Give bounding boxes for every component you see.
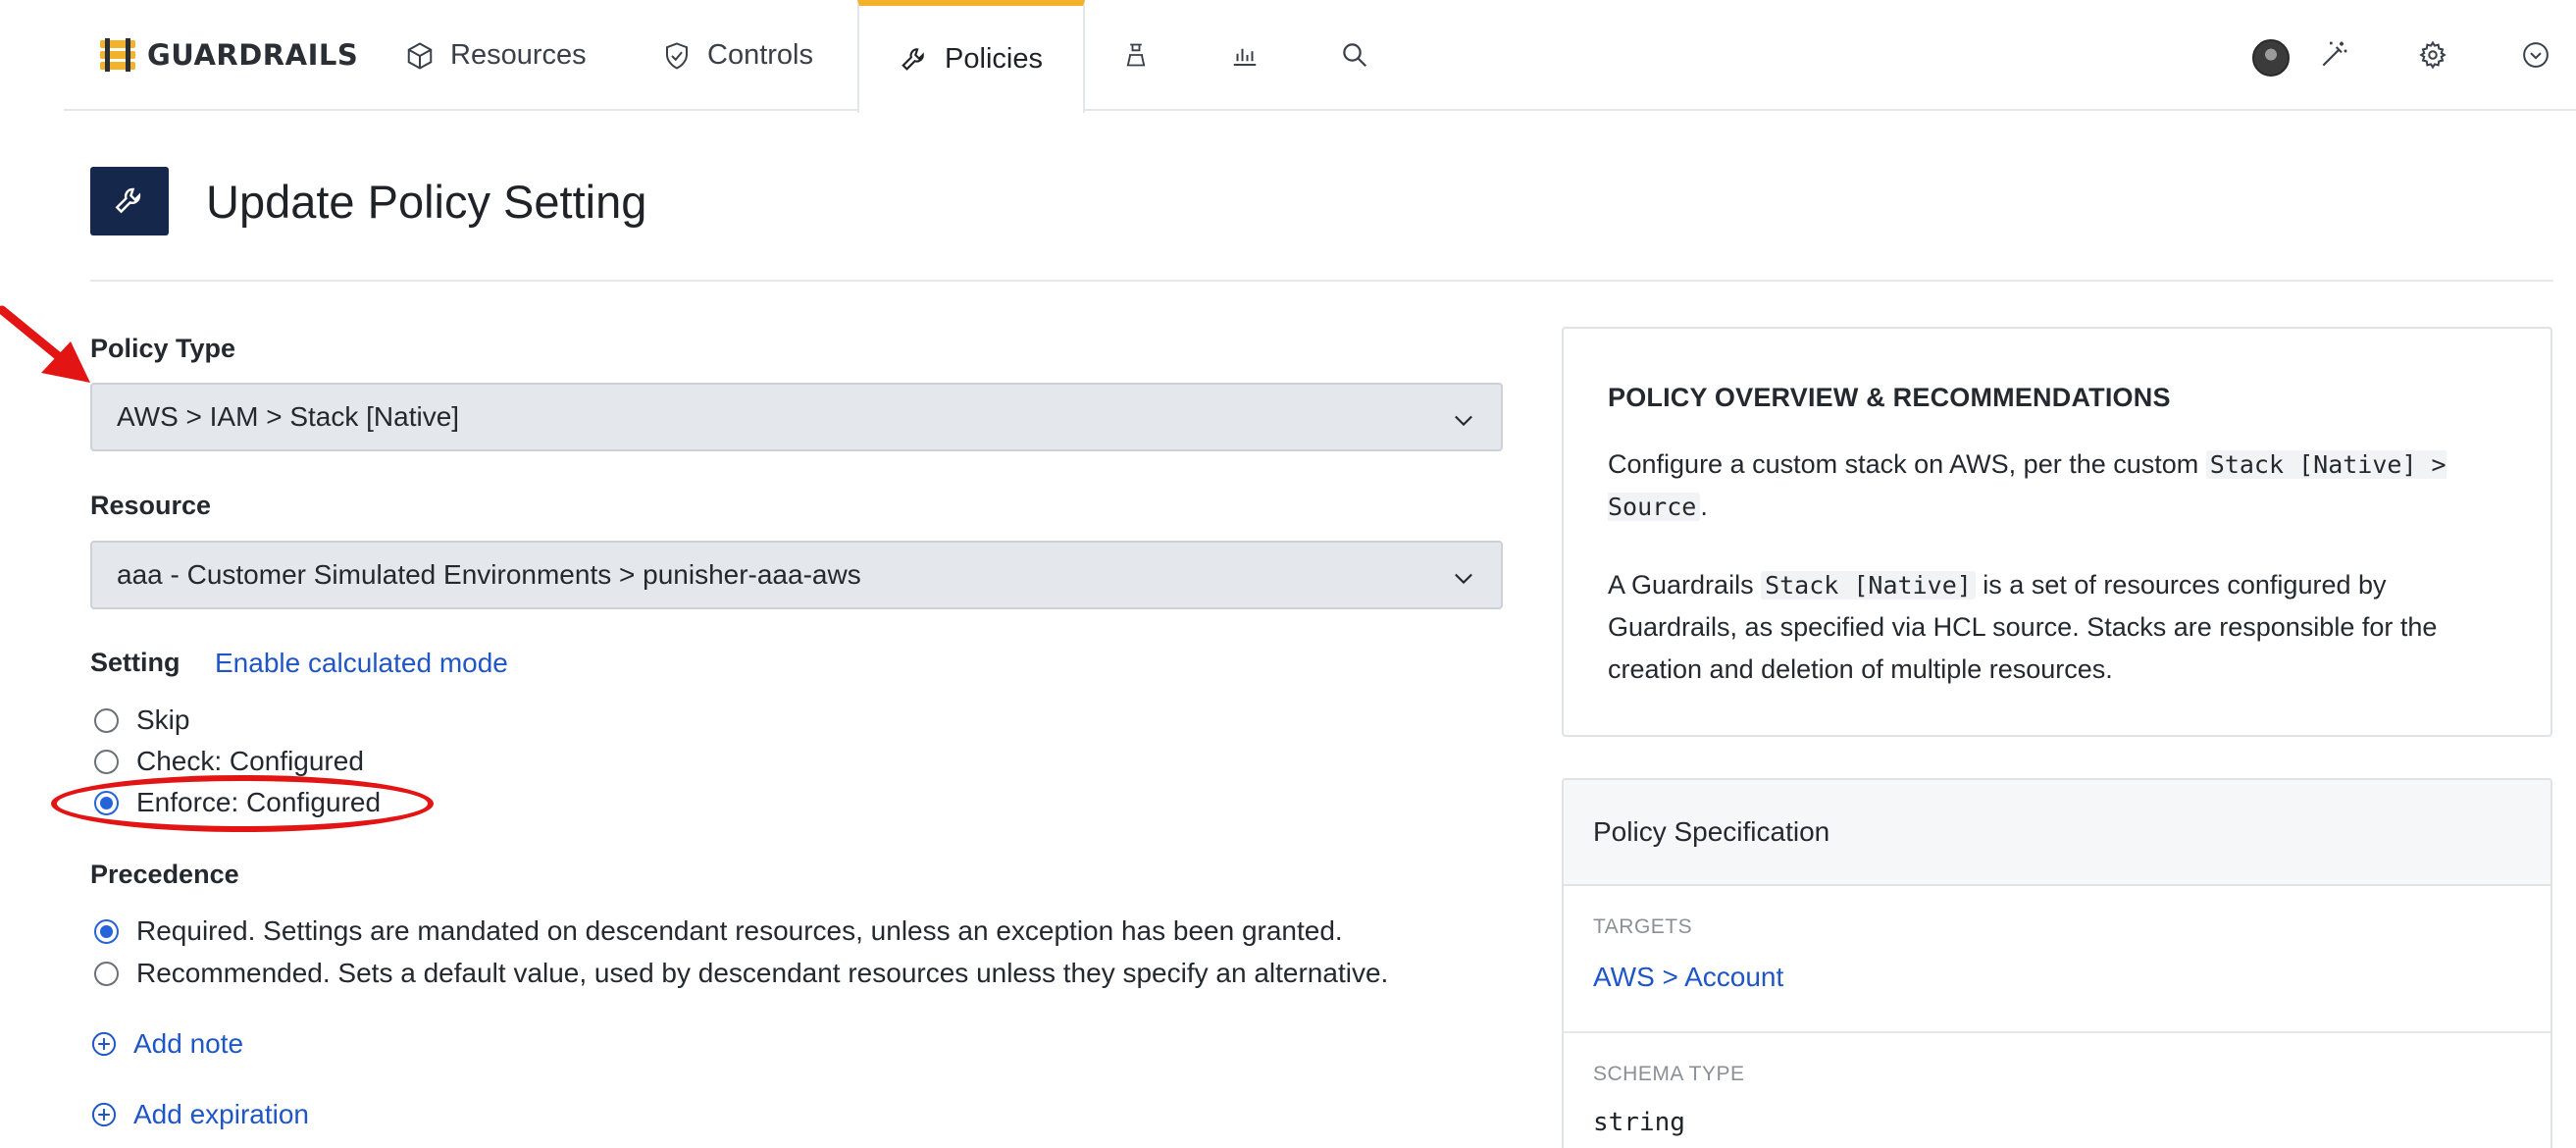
resource-label: Resource — [90, 491, 212, 520]
bar-chart-icon[interactable] — [1227, 37, 1262, 73]
targets-caption: TARGETS — [1593, 915, 1693, 938]
page-header-badge — [90, 167, 169, 235]
add-note-button[interactable]: Add note — [90, 1028, 243, 1060]
overview-text: Configure a custom stack on AWS, per the… — [1608, 449, 2206, 479]
overview-text: A Guardrails — [1608, 570, 1762, 600]
setting-option-skip[interactable]: Skip — [94, 704, 189, 736]
red-arrow-annotation — [0, 305, 90, 383]
setting-option-label: Skip — [136, 704, 190, 735]
guardrails-logo-icon — [100, 38, 135, 72]
setting-option-check-configured[interactable]: Check: Configured — [94, 746, 364, 777]
tab-resources-label: Resources — [450, 39, 587, 71]
header-divider — [90, 280, 2553, 282]
guardrails-logo[interactable]: GUARDRAILS — [98, 35, 358, 75]
overview-text: . — [1700, 492, 1708, 521]
plus-circle-icon — [91, 1102, 117, 1127]
spec-schema-section: SCHEMA TYPE string — [1564, 1033, 2550, 1148]
precedence-option-required[interactable]: Required. Settings are mandated on desce… — [94, 915, 1343, 947]
add-note-label: Add note — [133, 1028, 244, 1059]
plus-circle-icon — [91, 1031, 117, 1057]
chevron-down-icon — [1455, 415, 1472, 427]
tab-controls-label: Controls — [707, 39, 813, 71]
tab-controls[interactable]: Controls — [662, 0, 813, 111]
tab-policies-label: Policies — [945, 43, 1043, 75]
precedence-option-label: Required. Settings are mandated on desce… — [136, 915, 1343, 946]
shield-check-icon — [666, 41, 688, 70]
schema-type-value: string — [1593, 1108, 1685, 1137]
overview-title: POLICY OVERVIEW & RECOMMENDATIONS — [1608, 383, 2171, 412]
enable-calculated-mode-link[interactable]: Enable calculated mode — [215, 648, 508, 679]
gear-icon[interactable] — [2415, 37, 2450, 73]
spec-targets-section: TARGETS AWS > Account — [1564, 886, 2550, 1033]
targets-link[interactable]: AWS > Account — [1593, 962, 1783, 993]
add-expiration-label: Add expiration — [133, 1099, 310, 1129]
policy-type-select[interactable]: AWS > IAM > Stack [Native] — [90, 383, 1503, 451]
schema-type-caption: SCHEMA TYPE — [1593, 1063, 1745, 1085]
cube-icon — [407, 41, 433, 70]
stack-native-code: Stack [Native] — [1761, 571, 1976, 600]
beaker-icon[interactable] — [1118, 37, 1154, 73]
radio-button[interactable] — [94, 961, 119, 986]
tab-resources[interactable]: Resources — [405, 0, 587, 111]
setting-label: Setting — [90, 648, 180, 677]
spec-title: Policy Specification — [1564, 780, 2550, 886]
overview-paragraph-1: Configure a custom stack on AWS, per the… — [1608, 444, 2520, 528]
red-circle-annotation — [51, 775, 434, 832]
policy-type-label: Policy Type — [90, 334, 236, 363]
setting-option-label: Check: Configured — [136, 746, 364, 776]
search-icon[interactable] — [1337, 37, 1372, 73]
top-navigation: GUARDRAILS Resources Controls Policies — [64, 0, 2576, 113]
radio-button-selected[interactable] — [94, 918, 119, 944]
magic-wand-icon[interactable] — [2316, 37, 2351, 73]
resource-value: aaa - Customer Simulated Environments > … — [117, 559, 861, 590]
avatar[interactable] — [2252, 39, 2290, 77]
page-header: Update Policy Setting — [90, 167, 646, 235]
chevron-circle-icon[interactable] — [2518, 37, 2553, 73]
tab-policies[interactable]: Policies — [857, 0, 1085, 113]
precedence-label: Precedence — [90, 860, 239, 889]
wrench-icon — [115, 187, 141, 214]
resource-select[interactable]: aaa - Customer Simulated Environments > … — [90, 541, 1503, 609]
radio-button[interactable] — [94, 749, 119, 774]
policy-specification-panel: Policy Specification TARGETS AWS > Accou… — [1562, 778, 2552, 1148]
policy-overview-panel: POLICY OVERVIEW & RECOMMENDATIONS Config… — [1562, 327, 2552, 737]
precedence-option-label: Recommended. Sets a default value, used … — [136, 958, 1389, 988]
radio-button[interactable] — [94, 707, 119, 733]
wrench-icon — [902, 47, 924, 71]
add-expiration-button[interactable]: Add expiration — [90, 1099, 309, 1130]
chevron-down-icon — [1455, 573, 1472, 585]
page-title: Update Policy Setting — [206, 175, 647, 228]
precedence-option-recommended[interactable]: Recommended. Sets a default value, used … — [94, 958, 1388, 989]
policy-type-value: AWS > IAM > Stack [Native] — [117, 401, 460, 432]
logo-text: GUARDRAILS — [147, 38, 359, 72]
overview-paragraph-2: A Guardrails Stack [Native] is a set of … — [1608, 564, 2520, 691]
